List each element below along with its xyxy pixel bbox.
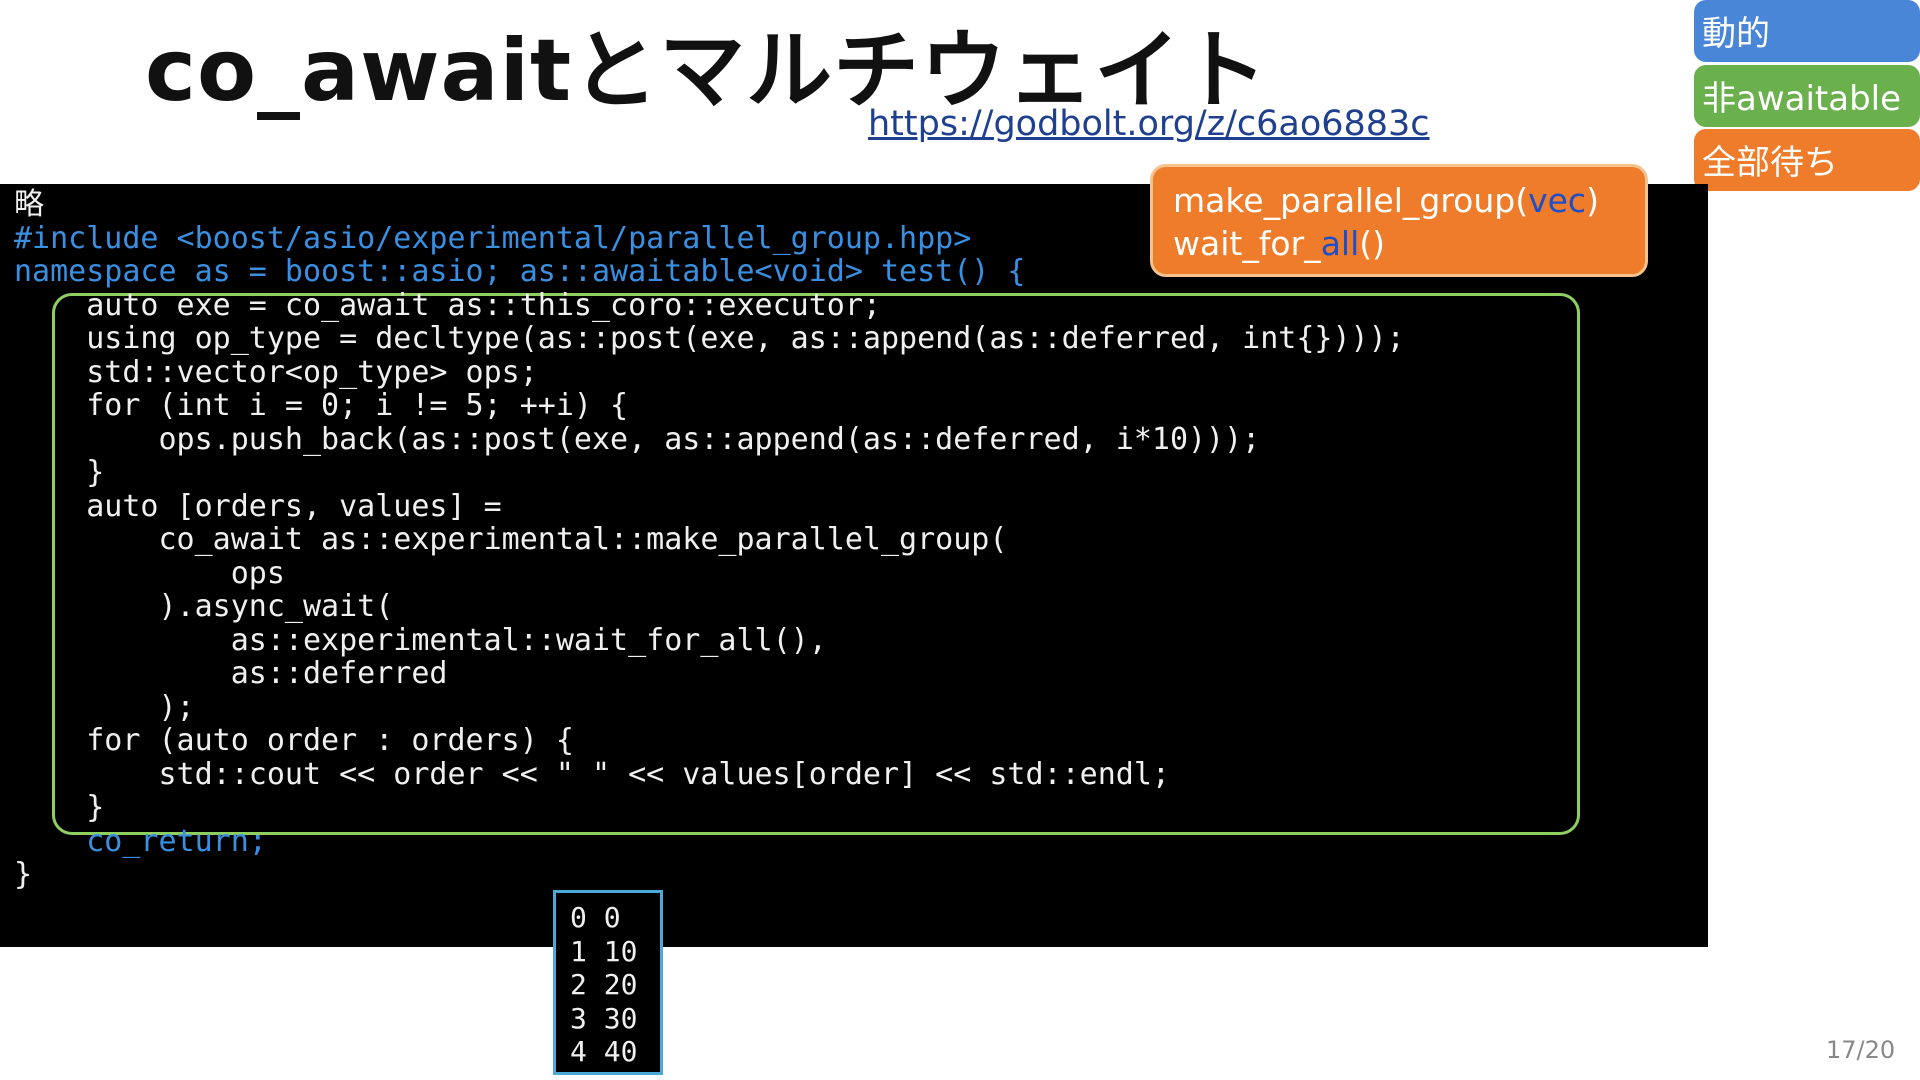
code-line: } — [14, 455, 105, 490]
callout-highlight: all — [1320, 224, 1360, 263]
code-block: 略 #include <boost/asio/experimental/para… — [14, 188, 1405, 892]
code-line: ).async_wait( — [14, 589, 394, 624]
callout-text: make_parallel_group( — [1173, 181, 1529, 220]
tag-dynamic: 動的 — [1694, 0, 1920, 62]
page-number: 17/20 — [1826, 1036, 1896, 1064]
output-line: 3 30 — [570, 1001, 638, 1035]
code-line: for (auto order : orders) { — [14, 723, 574, 758]
code-line: co_return; — [14, 823, 267, 859]
callout-box: make_parallel_group(vec) wait_for_all() — [1150, 164, 1648, 277]
code-line: #include <boost/asio/experimental/parall… — [14, 220, 972, 256]
code-line: ops.push_back(as::post(exe, as::append(a… — [14, 421, 1261, 457]
callout-highlight: vec — [1528, 181, 1587, 220]
code-line: ); — [14, 689, 195, 725]
code-line: ops — [14, 555, 285, 591]
callout-text: () — [1359, 224, 1386, 263]
output-line: 1 10 — [570, 934, 638, 968]
output-line: 4 40 — [570, 1035, 638, 1068]
callout-line-1: make_parallel_group(vec) — [1173, 179, 1645, 222]
code-line: auto exe = co_await as::this_coro::execu… — [14, 287, 881, 323]
callout-text: ) — [1586, 181, 1599, 220]
code-line: for (int i = 0; i != 5; ++i) { — [14, 388, 629, 423]
code-line: co_await as::experimental::make_parallel… — [14, 522, 1008, 557]
code-line: namespace as = boost::asio; as::awaitabl… — [14, 254, 1026, 289]
callout-line-2: wait_for_all() — [1173, 222, 1645, 265]
tag-non-awaitable: 非awaitable — [1694, 65, 1920, 127]
code-line: } — [14, 790, 105, 825]
output-line: 2 20 — [570, 968, 638, 1001]
output-line: 0 0 — [570, 901, 621, 934]
code-line: auto [orders, values] = — [14, 488, 502, 524]
tag-wait-all: 全部待ち — [1694, 129, 1920, 191]
code-line: using op_type = decltype(as::post(exe, a… — [14, 321, 1405, 356]
code-line: } — [14, 857, 33, 892]
code-line: 略 — [14, 187, 44, 222]
program-output: 0 0 1 10 2 20 3 30 4 40 — [553, 890, 663, 1075]
code-line: std::cout << order << " " << values[orde… — [14, 756, 1170, 792]
godbolt-link[interactable]: https://godbolt.org/z/c6ao6883c — [868, 104, 1430, 144]
code-line: as::experimental::wait_for_all(), — [14, 622, 827, 658]
code-line: as::deferred — [14, 656, 448, 691]
callout-text: wait_for_ — [1173, 224, 1321, 263]
code-line: std::vector<op_type> ops; — [14, 354, 538, 390]
